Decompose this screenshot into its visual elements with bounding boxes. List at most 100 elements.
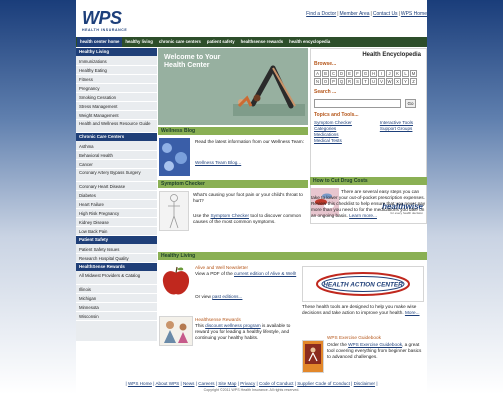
letter-p[interactable]: P xyxy=(330,78,337,85)
sidebar-item[interactable]: Fitness xyxy=(76,75,157,84)
healthy-living-header: Healthy Living xyxy=(158,252,427,260)
footer-link[interactable]: Privacy xyxy=(240,381,255,386)
sidebar-item[interactable]: Wisconsin xyxy=(76,312,157,321)
letter-x[interactable]: X xyxy=(394,78,401,85)
letter-o[interactable]: O xyxy=(322,78,329,85)
health-action-center-logo[interactable]: HEALTH ACTION CENTER xyxy=(302,266,424,302)
top-link-4[interactable]: WPS Home xyxy=(401,11,427,17)
letter-n[interactable]: N xyxy=(314,78,321,85)
letter-w[interactable]: W xyxy=(386,78,393,85)
sidebar-item[interactable]: Coronary Heart Disease xyxy=(76,182,157,191)
letter-u[interactable]: U xyxy=(370,78,377,85)
letter-g[interactable]: G xyxy=(362,70,369,77)
letter-m[interactable]: M xyxy=(410,70,417,77)
sidebar-item[interactable]: All Midwest Providers & Catalog xyxy=(76,272,157,285)
sidebar-item[interactable]: Coronary Artery Bypass Surgery xyxy=(76,169,157,182)
guidebook-cover[interactable] xyxy=(302,340,324,373)
footer-link[interactable]: Site Map xyxy=(218,381,236,386)
sidebar-item[interactable]: Kidney Disease xyxy=(76,218,157,227)
logo-subtitle: HEALTH INSURANCE xyxy=(82,28,128,32)
letter-s[interactable]: S xyxy=(354,78,361,85)
symptom-checker-text1: What's causing your foot pain or your ch… xyxy=(193,192,303,203)
top-link-3[interactable]: Contact Us xyxy=(373,11,398,17)
letter-c[interactable]: C xyxy=(330,70,337,77)
rewards-program-link[interactable]: discount wellness program xyxy=(205,323,261,328)
top-link-2[interactable]: Member Area xyxy=(340,11,370,17)
footer-link[interactable]: Disclaimer xyxy=(354,381,375,386)
nav-tab-5[interactable]: healthsense rewards xyxy=(238,37,287,47)
sidebar-item[interactable]: High Risk Pregnancy xyxy=(76,209,157,218)
wellness-blog-link[interactable]: Wellness Team Blog... xyxy=(195,160,241,166)
sidebar-item[interactable]: Behavioral Health xyxy=(76,151,157,160)
nav-tab-1[interactable]: health center home xyxy=(77,37,123,47)
sidebar-item[interactable]: Minnesota xyxy=(76,303,157,312)
sidebar-item[interactable]: Cancer xyxy=(76,160,157,169)
sidebar-section-header[interactable]: Chronic Care Centers xyxy=(76,133,157,141)
sidebar-item[interactable]: Pregnancy xyxy=(76,84,157,93)
nav-tab-6[interactable]: health encyclopedia xyxy=(286,37,333,47)
guidebook-link[interactable]: WPS Exercise Guidebook xyxy=(348,342,402,347)
footer-link[interactable]: News xyxy=(183,381,195,386)
letter-r[interactable]: R xyxy=(346,78,353,85)
sidebar-section-header[interactable]: Healthy Living xyxy=(76,48,157,56)
sidebar-section-header[interactable]: Patient Safety xyxy=(76,236,157,244)
search-row: Go xyxy=(314,99,423,108)
letter-a[interactable]: A xyxy=(314,70,321,77)
hac-more-link[interactable]: More... xyxy=(405,310,420,315)
sidebar-item[interactable]: Health and Wellness Resource Guide xyxy=(76,120,157,133)
sidebar-item[interactable]: Smoking Cessation xyxy=(76,93,157,102)
sidebar-item[interactable]: Illinois xyxy=(76,285,157,294)
letter-i[interactable]: I xyxy=(378,70,385,77)
action-center-badge: HEALTH ACTION CENTER xyxy=(316,272,410,296)
sidebar-item[interactable]: Asthma xyxy=(76,142,157,151)
nav-tab-3[interactable]: chronic care centers xyxy=(156,37,204,47)
nav-tab-4[interactable]: patient safety xyxy=(204,37,238,47)
tool-link[interactable]: Support Groups xyxy=(380,126,413,132)
sidebar-item[interactable]: Weight Management xyxy=(76,111,157,120)
sidebar-item[interactable]: Low Back Pain xyxy=(76,227,157,236)
symptom-text-pre: Use the xyxy=(193,213,211,218)
letter-q[interactable]: Q xyxy=(338,78,345,85)
sidebar-item[interactable]: Stress Management xyxy=(76,102,157,111)
sidebar-item[interactable]: Heart Failure xyxy=(76,200,157,209)
tool-link[interactable]: Medical Tests xyxy=(314,138,352,144)
letter-e[interactable]: E xyxy=(346,70,353,77)
sidebar-section-header[interactable]: HealthSense Rewards xyxy=(76,263,157,271)
letter-f[interactable]: F xyxy=(354,70,361,77)
drug-costs-link[interactable]: Learn more... xyxy=(349,213,377,218)
footer-separator: | xyxy=(375,381,378,386)
wps-logo[interactable]: WPS HEALTH INSURANCE xyxy=(82,9,144,32)
sidebar-item[interactable]: Healthy Eating xyxy=(76,66,157,75)
top-link-1[interactable]: Find a Doctor xyxy=(306,11,336,17)
letter-d[interactable]: D xyxy=(338,70,345,77)
footer-link[interactable]: Careers xyxy=(198,381,214,386)
nav-tab-2[interactable]: healthy living xyxy=(122,37,155,47)
blog-thumbnail xyxy=(159,138,190,176)
footer-link[interactable]: About WPS xyxy=(155,381,179,386)
newsletter-past-link[interactable]: past editions... xyxy=(212,294,242,299)
letter-v[interactable]: V xyxy=(378,78,385,85)
letter-l[interactable]: L xyxy=(402,70,409,77)
letter-b[interactable]: B xyxy=(322,70,329,77)
symptom-checker-text2: Use the Symptom Checker tool to discover… xyxy=(193,213,308,225)
action-center-text: HEALTH ACTION CENTER xyxy=(323,281,403,288)
letter-y[interactable]: Y xyxy=(402,78,409,85)
symptom-checker-link[interactable]: Symptom Checker xyxy=(210,213,249,218)
letter-z[interactable]: Z xyxy=(410,78,417,85)
sidebar-item[interactable]: Research Hospital Quality xyxy=(76,254,157,263)
sidebar-item[interactable]: Diabetes xyxy=(76,191,157,200)
footer-link[interactable]: Supplier Code of Conduct xyxy=(297,381,350,386)
footer-link[interactable]: Code of Conduct xyxy=(259,381,293,386)
letter-j[interactable]: J xyxy=(386,70,393,77)
sidebar-item[interactable]: Michigan xyxy=(76,294,157,303)
sidebar-item[interactable]: Patient Safety Issues xyxy=(76,245,157,254)
footer-link[interactable]: WPS Home xyxy=(128,381,152,386)
letter-h[interactable]: H xyxy=(370,70,377,77)
sidebar-item[interactable]: Immunizations xyxy=(76,57,157,66)
search-input[interactable] xyxy=(314,99,401,108)
letter-k[interactable]: K xyxy=(394,70,401,77)
newsletter-current-link[interactable]: current edition of Alive & Well! xyxy=(234,271,296,276)
letter-t[interactable]: T xyxy=(362,78,369,85)
go-button[interactable]: Go xyxy=(405,99,416,108)
guidebook-title: WPS Exercise Guidebook xyxy=(327,335,381,340)
